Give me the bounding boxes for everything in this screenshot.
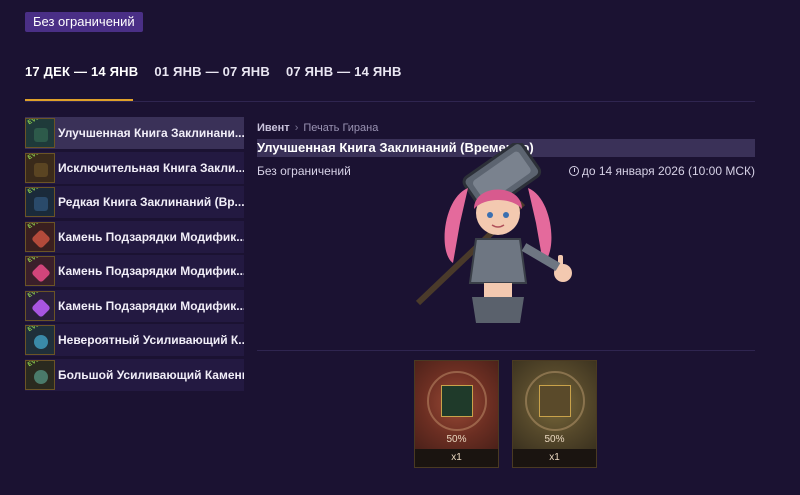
- item-label: Редкая Книга Заклинаний (Вр...: [58, 195, 244, 209]
- list-item[interactable]: EVENT Редкая Книга Заклинаний (Вр...: [25, 186, 244, 218]
- chevron-right-icon: ›: [294, 122, 299, 134]
- recharge-stone-icon: EVENT: [25, 221, 55, 252]
- character-illustration: [415, 143, 572, 323]
- event-tag: EVENT: [27, 359, 49, 368]
- item-label: Невероятный Усиливающий К...: [58, 333, 244, 347]
- date-tabs: 17 ДЕК — 14 ЯНВ 01 ЯНВ — 07 ЯНВ 07 ЯНВ —…: [25, 64, 418, 97]
- expiry-date-text: до 14 января 2026 (10:00 МСК): [581, 164, 755, 178]
- unlimited-badge: Без ограничений: [25, 12, 143, 32]
- event-tag: EVENT: [27, 290, 49, 299]
- tab-jan01-jan07[interactable]: 01 ЯНВ — 07 ЯНВ: [154, 64, 270, 97]
- event-tag: EVENT: [27, 187, 49, 196]
- chest-icon: [539, 385, 571, 417]
- item-label: Камень Подзарядки Модифик...: [58, 264, 244, 278]
- section-divider: [257, 350, 755, 351]
- enhance-stone-icon: EVENT: [25, 359, 55, 390]
- reward-card[interactable]: 50% x1: [512, 360, 597, 468]
- list-item[interactable]: EVENT Невероятный Усиливающий К...: [25, 324, 244, 356]
- tab-jan07-jan14[interactable]: 07 ЯНВ — 14 ЯНВ: [286, 64, 402, 97]
- event-tag: EVENT: [27, 152, 49, 161]
- item-label: Улучшенная Книга Заклинани...: [58, 126, 244, 140]
- reward-quantity: x1: [415, 449, 498, 467]
- list-item[interactable]: EVENT Улучшенная Книга Заклинани...: [25, 117, 244, 149]
- event-tag: EVENT: [27, 256, 49, 265]
- reward-quantity: x1: [513, 449, 596, 467]
- event-tag: EVENT: [27, 325, 49, 334]
- tab-divider: [25, 101, 755, 102]
- item-label: Исключительная Книга Закли...: [58, 160, 244, 175]
- breadcrumb-current: Печать Гирана: [303, 122, 379, 134]
- list-item[interactable]: EVENT Большой Усиливающий Камень: [25, 358, 244, 391]
- recharge-stone-icon: EVENT: [25, 256, 55, 286]
- spellbook-icon: EVENT: [25, 118, 55, 148]
- item-label: Камень Подзарядки Модифик...: [58, 298, 244, 313]
- enhance-stone-icon: EVENT: [25, 325, 55, 355]
- list-item[interactable]: EVENT Камень Подзарядки Модифик...: [25, 289, 244, 322]
- event-tag: EVENT: [27, 118, 49, 127]
- breadcrumb: Ивент › Печать Гирана: [257, 122, 378, 134]
- list-item[interactable]: EVENT Исключительная Книга Закли...: [25, 151, 244, 184]
- tab-dec17-jan14[interactable]: 17 ДЕК — 14 ЯНВ: [25, 64, 138, 97]
- item-list: EVENT Улучшенная Книга Заклинани... EVEN…: [25, 117, 244, 393]
- spellbook-icon: EVENT: [25, 152, 55, 183]
- spellbook-icon: EVENT: [25, 187, 55, 217]
- reward-card[interactable]: 50% x1: [414, 360, 499, 468]
- event-tag: EVENT: [27, 221, 49, 230]
- spellbook-icon: [441, 385, 473, 417]
- reward-chance: 50%: [446, 434, 467, 445]
- item-subtitle: Без ограничений: [257, 164, 351, 178]
- reward-chance: 50%: [544, 434, 565, 445]
- recharge-stone-icon: EVENT: [25, 290, 55, 321]
- list-item[interactable]: EVENT Камень Подзарядки Модифик...: [25, 255, 244, 287]
- item-label: Камень Подзарядки Модифик...: [58, 229, 244, 244]
- breadcrumb-event[interactable]: Ивент: [257, 122, 290, 134]
- list-item[interactable]: EVENT Камень Подзарядки Модифик...: [25, 220, 244, 253]
- item-label: Большой Усиливающий Камень: [58, 367, 244, 382]
